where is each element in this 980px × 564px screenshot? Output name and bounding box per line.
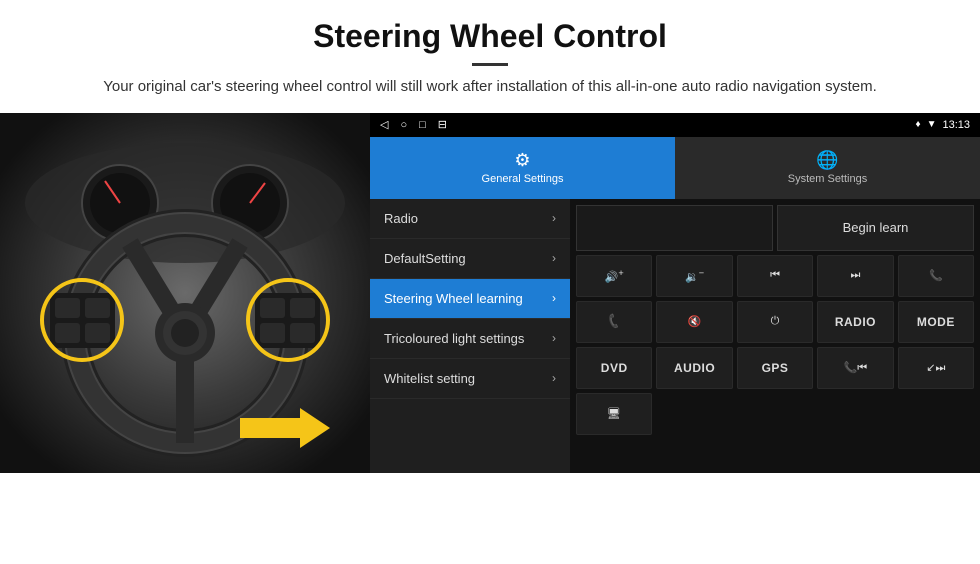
location-icon: ♦ xyxy=(915,119,920,130)
general-settings-icon: ⚙ xyxy=(514,150,530,171)
system-settings-icon: 🌐 xyxy=(816,150,838,171)
menu-item-radio-chevron: › xyxy=(552,211,556,225)
status-icons-right: ♦ ▼ 13:13 xyxy=(915,119,970,131)
btn-row-1: 🔊+ 🔉− ⏮ ⏭ 📞 xyxy=(576,255,974,297)
btn-row-4: 🖥 xyxy=(576,393,974,435)
dvd-label: DVD xyxy=(601,361,628,375)
menu-item-default-label: DefaultSetting xyxy=(384,251,466,266)
car-background xyxy=(0,113,370,473)
vol-down-icon: 🔉− xyxy=(685,268,704,284)
steering-wheel-svg xyxy=(0,113,370,473)
status-bar: ◁ ○ □ ⊟ ♦ ▼ 13:13 xyxy=(370,113,980,137)
content-area: Radio › DefaultSetting › Steering Wheel … xyxy=(370,199,980,473)
menu-nav-icon[interactable]: ⊟ xyxy=(438,118,447,131)
menu-item-tricoloured[interactable]: Tricoloured light settings › xyxy=(370,319,570,359)
menu-item-default[interactable]: DefaultSetting › xyxy=(370,239,570,279)
dvd-button[interactable]: DVD xyxy=(576,347,652,389)
tab-system-settings[interactable]: 🌐 System Settings xyxy=(675,137,980,199)
power-button[interactable]: ⏻ xyxy=(737,301,813,343)
power-icon: ⏻ xyxy=(771,315,780,328)
audio-button[interactable]: AUDIO xyxy=(656,347,732,389)
tab-general-settings[interactable]: ⚙ General Settings xyxy=(370,137,675,199)
answer-call-button[interactable]: 📞 xyxy=(576,301,652,343)
prev-track-icon: ⏮ xyxy=(770,269,780,282)
controls-grid: 🔊+ 🔉− ⏮ ⏭ 📞 xyxy=(576,255,974,435)
controls-area: Begin learn 🔊+ 🔉− ⏮ xyxy=(570,199,980,473)
tab-bar: ⚙ General Settings 🌐 System Settings xyxy=(370,137,980,199)
tel-prev-button[interactable]: 📞⏮ xyxy=(817,347,893,389)
vol-up-icon: 🔊+ xyxy=(605,268,624,284)
tab-general-label: General Settings xyxy=(482,173,564,185)
radio-label: RADIO xyxy=(835,315,876,329)
next-mix-icon: ↙⏭ xyxy=(926,361,945,375)
radio-mode-button[interactable]: RADIO xyxy=(817,301,893,343)
phone-icon: 📞 xyxy=(929,269,943,282)
gps-label: GPS xyxy=(762,361,789,375)
mute-icon: 🔇 xyxy=(688,315,702,328)
menu-item-radio[interactable]: Radio › xyxy=(370,199,570,239)
title-divider xyxy=(472,63,508,66)
vol-up-button[interactable]: 🔊+ xyxy=(576,255,652,297)
answer-call-icon: 📞 xyxy=(605,313,623,331)
menu-list: Radio › DefaultSetting › Steering Wheel … xyxy=(370,199,570,473)
time-display: 13:13 xyxy=(942,119,970,131)
begin-learn-button[interactable]: Begin learn xyxy=(777,205,974,251)
menu-item-steering[interactable]: Steering Wheel learning › xyxy=(370,279,570,319)
tel-prev-icon: 📞⏮ xyxy=(844,361,868,375)
car-image-area xyxy=(0,113,370,473)
android-ui: ◁ ○ □ ⊟ ♦ ▼ 13:13 ⚙ General Settings 🌐 S… xyxy=(370,113,980,473)
menu-item-whitelist[interactable]: Whitelist setting › xyxy=(370,359,570,399)
menu-item-radio-label: Radio xyxy=(384,211,418,226)
page-header: Steering Wheel Control Your original car… xyxy=(0,0,980,113)
home-nav-icon[interactable]: ○ xyxy=(400,119,407,131)
menu-item-steering-label: Steering Wheel learning xyxy=(384,291,523,306)
back-nav-icon[interactable]: ◁ xyxy=(380,118,388,131)
menu-item-tricoloured-chevron: › xyxy=(552,331,556,345)
mode-label: MODE xyxy=(917,315,955,329)
tab-system-label: System Settings xyxy=(788,173,867,185)
controls-row-top: Begin learn xyxy=(576,205,974,251)
gps-button[interactable]: GPS xyxy=(737,347,813,389)
next-mix-button[interactable]: ↙⏭ xyxy=(898,347,974,389)
phone-button[interactable]: 📞 xyxy=(898,255,974,297)
page-title: Steering Wheel Control xyxy=(60,18,920,55)
signal-icon: ▼ xyxy=(927,119,937,130)
next-track-button[interactable]: ⏭ xyxy=(817,255,893,297)
usb-button[interactable]: 🖥 xyxy=(576,393,652,435)
prev-track-button[interactable]: ⏮ xyxy=(737,255,813,297)
btn-row-2: 📞 🔇 ⏻ RADIO MODE xyxy=(576,301,974,343)
menu-item-whitelist-label: Whitelist setting xyxy=(384,371,475,386)
mode-button[interactable]: MODE xyxy=(898,301,974,343)
recents-nav-icon[interactable]: □ xyxy=(419,119,426,131)
menu-item-tricoloured-label: Tricoloured light settings xyxy=(384,331,524,346)
main-content: ◁ ○ □ ⊟ ♦ ▼ 13:13 ⚙ General Settings 🌐 S… xyxy=(0,113,980,473)
mute-button[interactable]: 🔇 xyxy=(656,301,732,343)
usb-icon: 🖥 xyxy=(607,407,621,420)
nav-icons: ◁ ○ □ ⊟ xyxy=(380,118,447,131)
audio-label: AUDIO xyxy=(674,361,715,375)
menu-item-whitelist-chevron: › xyxy=(552,371,556,385)
vol-down-button[interactable]: 🔉− xyxy=(656,255,732,297)
menu-item-steering-chevron: › xyxy=(552,291,556,305)
btn-row-3: DVD AUDIO GPS 📞⏮ ↙⏭ xyxy=(576,347,974,389)
next-track-icon: ⏭ xyxy=(850,269,860,282)
empty-slot xyxy=(576,205,773,251)
header-description: Your original car's steering wheel contr… xyxy=(60,76,920,99)
menu-item-default-chevron: › xyxy=(552,251,556,265)
